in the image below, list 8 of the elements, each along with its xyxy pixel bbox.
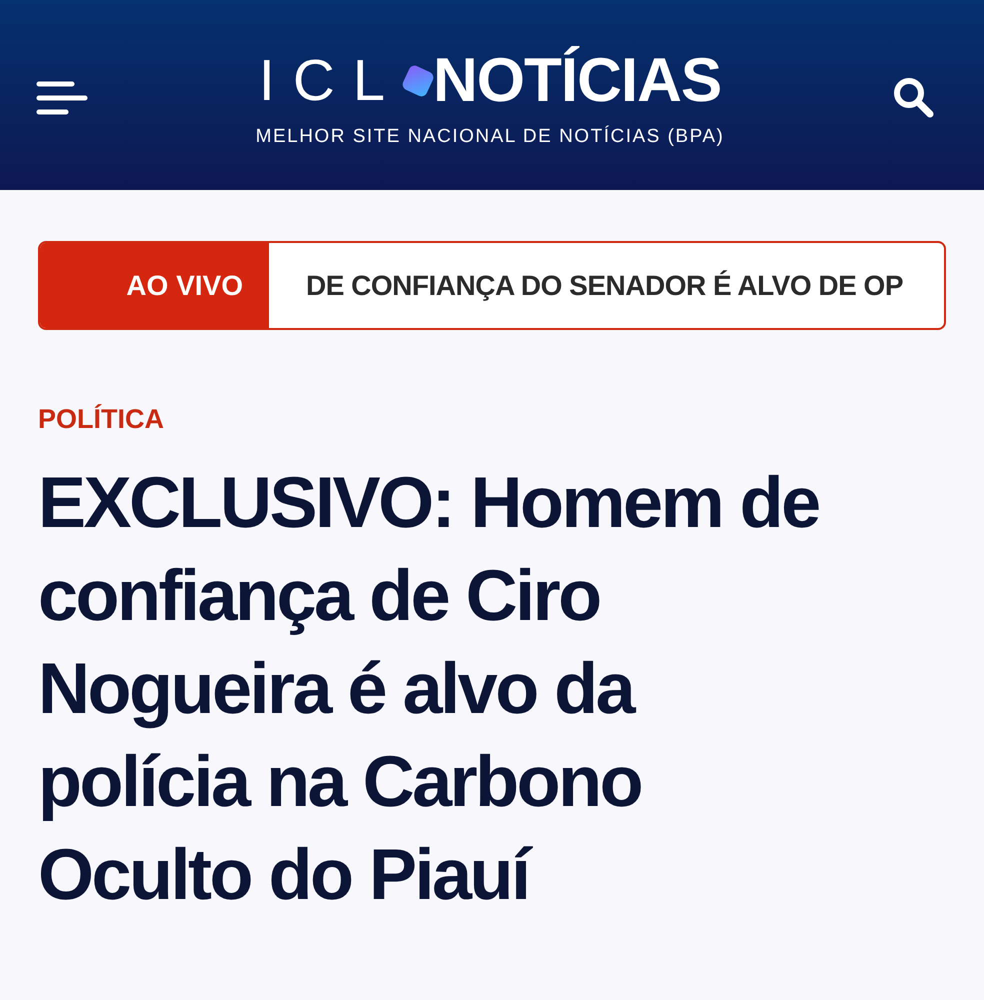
logo-text[interactable]: ICL [258, 52, 403, 110]
ticker-headline[interactable]: DE CONFIANÇA DO SENADOR É ALVO DE OP [269, 243, 904, 328]
search-icon[interactable] [892, 76, 936, 120]
tagline: MELHOR SITE NACIONAL DE NOTÍCIAS (BPA) [256, 126, 724, 148]
menu-icon[interactable] [36, 79, 88, 117]
live-label: AO VIVO [40, 243, 269, 328]
category-link[interactable]: POLÍTICA [38, 404, 164, 435]
article-headline: EXCLUSIVO: Homem de confiança de Ciro Nogueira é alvo da polícia na Carbono Oculto do Piauí [38, 462, 820, 917]
